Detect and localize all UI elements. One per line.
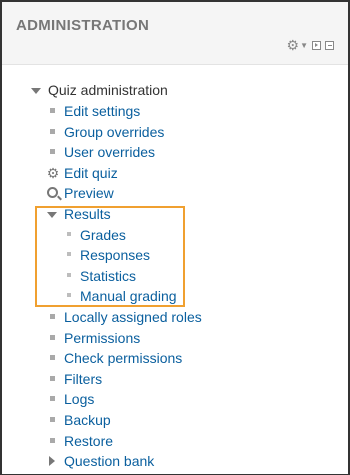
tree-item-permissions[interactable]: Permissions (46, 328, 140, 348)
block-header: ADMINISTRATION ⚙ ▼ (2, 2, 348, 62)
tree-item-backup[interactable]: Backup (46, 410, 111, 430)
tree-item-label[interactable]: Grades (80, 225, 126, 245)
tree-item-label[interactable]: Results (64, 204, 111, 224)
tree-item-label[interactable]: Backup (64, 410, 111, 430)
tree-item-label[interactable]: Manual grading (80, 286, 177, 306)
block-content: Quiz administration Edit settings Group … (2, 64, 348, 474)
tree-item-label[interactable]: Responses (80, 245, 150, 265)
dock-block-icon[interactable] (312, 40, 321, 50)
bullet-icon (62, 286, 76, 306)
tree-item-label[interactable]: Filters (64, 369, 102, 389)
bullet-icon (46, 348, 60, 368)
tree-item-label[interactable]: Locally assigned roles (64, 307, 202, 327)
tree-item-preview[interactable]: Preview (46, 183, 114, 203)
block-controls: ⚙ ▼ (287, 38, 334, 52)
tree-item-restore[interactable]: Restore (46, 431, 113, 451)
block-actions-caret-icon[interactable]: ▼ (300, 41, 308, 50)
tree-item-filters[interactable]: Filters (46, 369, 102, 389)
tree-item-label[interactable]: User overrides (64, 142, 155, 162)
tree-item-edit-quiz[interactable]: ⚙ Edit quiz (46, 163, 118, 183)
tree-subitem-statistics[interactable]: Statistics (62, 266, 136, 286)
tree-item-label[interactable]: Preview (64, 183, 114, 203)
tree-item-label[interactable]: Edit settings (64, 101, 140, 121)
tree-item-label[interactable]: Statistics (80, 266, 136, 286)
expanded-triangle-icon[interactable] (46, 204, 60, 224)
bullet-icon (62, 225, 76, 245)
bullet-icon (46, 328, 60, 348)
bullet-icon (46, 142, 60, 162)
tree-item-logs[interactable]: Logs (46, 389, 94, 409)
hide-block-icon[interactable] (325, 40, 334, 50)
administration-block: ADMINISTRATION ⚙ ▼ Quiz administration E… (0, 0, 350, 475)
tree-root-label: Quiz administration (48, 82, 168, 98)
tree-subitem-grades[interactable]: Grades (62, 225, 126, 245)
tree-item-label[interactable]: Group overrides (64, 122, 164, 142)
tree-item-label[interactable]: Permissions (64, 328, 140, 348)
bullet-icon (46, 122, 60, 142)
tree-item-locally-assigned-roles[interactable]: Locally assigned roles (46, 307, 202, 327)
bullet-icon (62, 245, 76, 265)
bullet-icon (46, 307, 60, 327)
tree-subitem-manual-grading[interactable]: Manual grading (62, 286, 177, 306)
block-title: ADMINISTRATION (16, 17, 150, 34)
bullet-icon (46, 101, 60, 121)
search-icon (46, 183, 60, 203)
expanded-triangle-icon[interactable] (30, 80, 44, 100)
tree-item-check-permissions[interactable]: Check permissions (46, 348, 182, 368)
tree-item-edit-settings[interactable]: Edit settings (46, 101, 140, 121)
tree-item-question-bank[interactable]: Question bank (46, 451, 154, 471)
tree-item-group-overrides[interactable]: Group overrides (46, 122, 164, 142)
tree-item-label[interactable]: Logs (64, 389, 94, 409)
collapsed-triangle-icon[interactable] (46, 451, 60, 471)
bullet-icon (46, 389, 60, 409)
tree-root-quiz-administration[interactable]: Quiz administration (30, 80, 168, 100)
block-actions-gear-icon[interactable]: ⚙ (287, 38, 300, 52)
tree-item-label[interactable]: Check permissions (64, 348, 182, 368)
tree-item-user-overrides[interactable]: User overrides (46, 142, 155, 162)
gear-icon: ⚙ (46, 165, 60, 181)
bullet-icon (46, 410, 60, 430)
tree-item-label[interactable]: Edit quiz (64, 163, 118, 183)
tree-item-results[interactable]: Results (46, 204, 111, 224)
bullet-icon (62, 266, 76, 286)
tree-item-label[interactable]: Question bank (64, 451, 154, 471)
bullet-icon (46, 369, 60, 389)
tree-subitem-responses[interactable]: Responses (62, 245, 150, 265)
tree-item-label[interactable]: Restore (64, 431, 113, 451)
bullet-icon (46, 431, 60, 451)
